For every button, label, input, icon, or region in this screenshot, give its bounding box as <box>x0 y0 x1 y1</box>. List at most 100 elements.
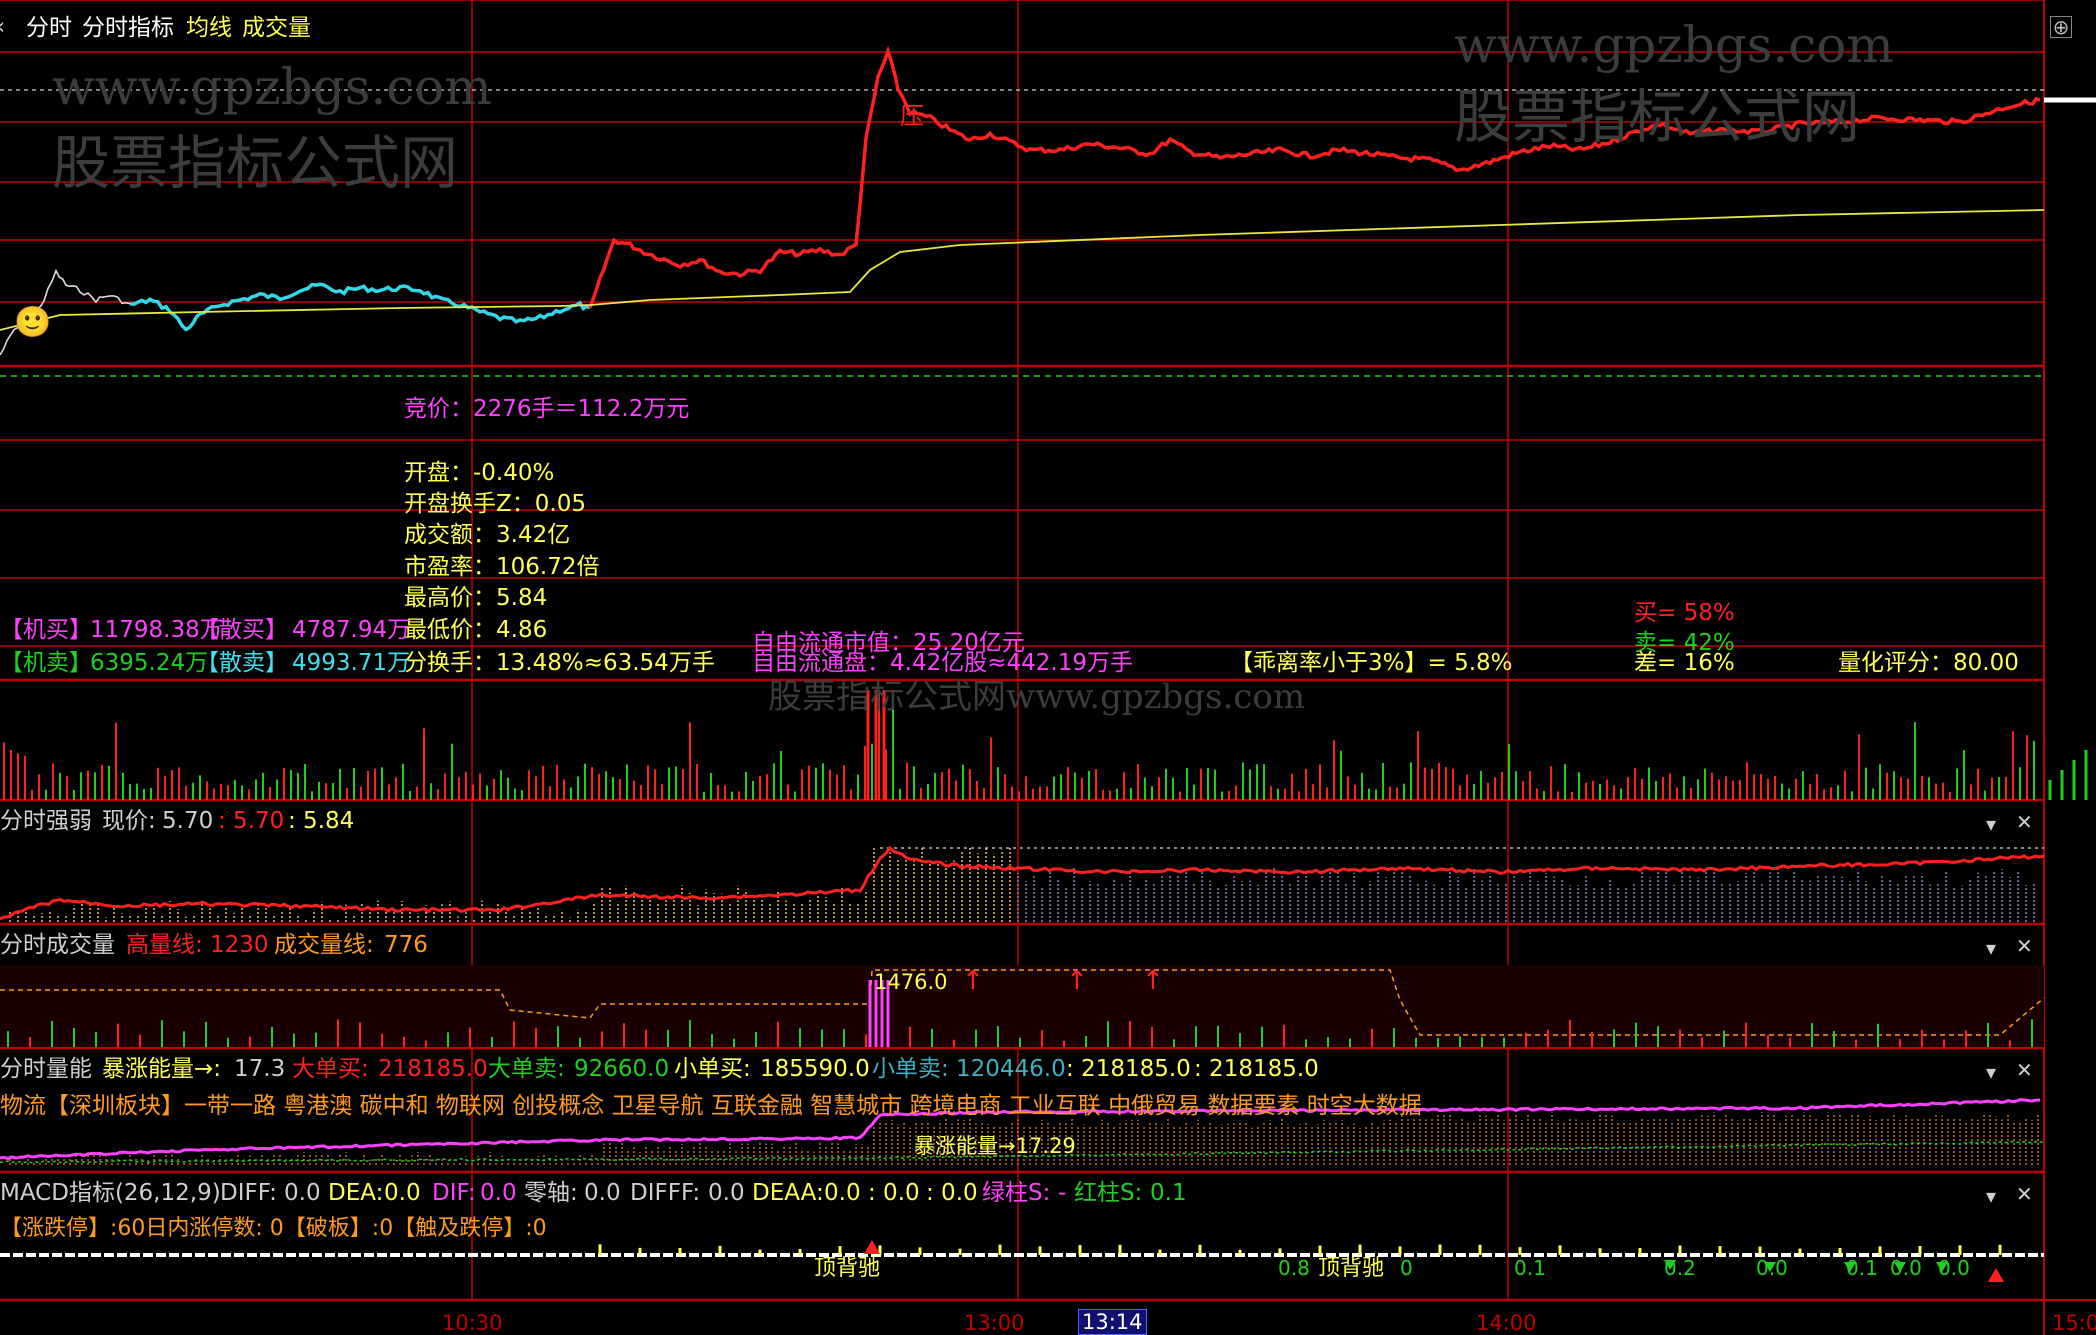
macd-red-bar-value: 0.1 <box>1150 1180 1187 1206</box>
auction-info: 竞价：2276手＝112.2万元 <box>404 396 690 422</box>
energy-value-2: : 218185.0 <box>1194 1056 1319 1082</box>
quant-score: 量化评分：80.00 <box>1838 650 2019 676</box>
macd-bottom-value: 0.8 <box>1278 1256 1310 1280</box>
watermark-name-left: 股票指标公式网 <box>52 129 459 197</box>
macd-bottom-value: 0 <box>1400 1256 1413 1280</box>
macd-dea-value: 0.0 <box>384 1180 421 1206</box>
volume-title: 分时成交量 <box>0 932 115 958</box>
small-buy-label: 小单买: <box>674 1056 751 1082</box>
stat-pe: 市盈率：106.72倍 <box>404 554 600 580</box>
energy-dropdown-icon[interactable]: ▾ <box>1986 1060 1996 1084</box>
macd-bottom-value: 0.0 <box>1756 1256 1788 1280</box>
intraday-chart-window: ‹ 分时 分时指标 均线 成交量 ⊕ www.gpzbgs.com 股票指标公式… <box>0 0 2096 1335</box>
inst-sell-value: 6395.24万 <box>90 650 209 676</box>
stat-turnover: 分换手：13.48%≈63.54万手 <box>404 650 715 676</box>
macd-close-icon[interactable]: ✕ <box>2016 1182 2033 1206</box>
retail-buy-value: 4787.94万 <box>292 617 411 643</box>
buy-percent: 买= 58% <box>1634 600 1735 626</box>
macd-dea-label: DEA: <box>328 1180 384 1206</box>
inst-buy-label: 【机买】 <box>0 617 92 643</box>
resistance-marker: 压 <box>900 102 924 130</box>
macd-bottom-value: 0.0 <box>1890 1256 1922 1280</box>
strength-close-icon[interactable]: ✕ <box>2016 810 2033 834</box>
volume-close-icon[interactable]: ✕ <box>2016 934 2033 958</box>
stat-low: 最低价：4.86 <box>404 617 548 643</box>
tab-volume[interactable]: 成交量 <box>242 17 311 40</box>
macd-bottom-value: 0.0 <box>1938 1256 1970 1280</box>
tab-fenshi[interactable]: 分时 <box>26 17 72 40</box>
macd-zero-value: 0.0 <box>584 1180 621 1206</box>
watermark-url-left: www.gpzbgs.com <box>52 58 492 116</box>
up-arrow-icon: ↑ <box>1066 966 1088 996</box>
macd-diff-label: DIFF: <box>220 1180 277 1206</box>
free-float: 自由流通盘：4.42亿股≈442.19万手 <box>752 650 1133 676</box>
concept-tags: 物流【深圳板块】一带一路 粤港澳 碳中和 物联网 创投概念 卫星导航 互联金融 … <box>0 1093 1422 1119</box>
volume-high-value: 1230 <box>210 932 269 958</box>
volume-high-label: 高量线: <box>126 932 203 958</box>
macd-deaa-label: DEAA: <box>752 1180 824 1206</box>
surge-annotation: 暴涨能量→17.29 <box>914 1134 1076 1158</box>
macd-bottom-value: 0.1 <box>1514 1256 1546 1280</box>
cursor-time-label[interactable]: 13:14 <box>1078 1309 1147 1335</box>
small-sell-label: 小单卖: <box>872 1056 949 1082</box>
big-buy-label: 大单买: <box>292 1056 369 1082</box>
limit-stats: 【涨跌停】:60日内涨停数: 0【破板】:0【触及跌停】:0 <box>0 1216 547 1241</box>
time-label-1300: 13:00 <box>964 1311 1025 1335</box>
big-sell-label: 大单卖: <box>488 1056 565 1082</box>
chevron-left-icon[interactable]: ‹ <box>0 16 5 39</box>
time-label-1500: 15:0 <box>2052 1311 2096 1335</box>
macd-title: MACD指标(26,12,9) <box>0 1180 221 1206</box>
strength-value-2: : 5.84 <box>288 808 355 834</box>
energy-close-icon[interactable]: ✕ <box>2016 1058 2033 1082</box>
smiley-icon: 🙂 <box>14 305 52 340</box>
macd-bottom-value: 0.1 <box>1846 1256 1878 1280</box>
divergence-label-2: 顶背驰 <box>1318 1256 1385 1281</box>
energy-title: 分时量能 <box>0 1056 92 1082</box>
watermark-url-right: www.gpzbgs.com <box>1454 16 1894 74</box>
macd-difff-value: 0.0 <box>708 1180 745 1206</box>
inst-sell-label: 【机卖】 <box>0 650 92 676</box>
macd-deaa-value: 0.0 <box>824 1180 861 1206</box>
macd-bottom-value: 0.2 <box>1664 1256 1696 1280</box>
energy-value-1: : 218185.0 <box>1066 1056 1191 1082</box>
energy-surge-value: 17.3 <box>234 1056 286 1082</box>
macd-dif-label: DIF: <box>432 1180 476 1206</box>
macd-zero-label: 零轴: <box>524 1180 578 1206</box>
strength-price-label: 现价: <box>102 808 156 834</box>
macd-red-bar-label: 红柱S: <box>1074 1180 1143 1206</box>
macd-green-bar-value: - <box>1058 1180 1067 1206</box>
volume-marker: 1476.0 <box>874 970 948 994</box>
diff-percent: 差= 16% <box>1634 650 1735 676</box>
small-buy-value: 185590.0 <box>760 1056 870 1082</box>
tab-avg-line[interactable]: 均线 <box>186 17 232 40</box>
strength-dropdown-icon[interactable]: ▾ <box>1986 812 1996 836</box>
strength-title: 分时强弱 <box>0 808 92 834</box>
retail-sell-value: 4993.71万 <box>292 650 411 676</box>
expand-icon[interactable]: ⊕ <box>2050 16 2072 38</box>
macd-green-bar-label: 绿柱S: <box>982 1180 1051 1206</box>
big-buy-value: 218185.0 <box>378 1056 488 1082</box>
retail-buy-label: 【散买】 <box>196 617 288 643</box>
time-label-1400: 14:00 <box>1476 1311 1537 1335</box>
volume-dropdown-icon[interactable]: ▾ <box>1986 936 1996 960</box>
volume-line-label: 成交量线: <box>274 932 374 958</box>
stat-high: 最高价：5.84 <box>404 585 548 611</box>
tab-fenshi-indicator[interactable]: 分时指标 <box>82 17 174 40</box>
big-sell-value: 92660.0 <box>574 1056 670 1082</box>
up-arrow-icon: ↑ <box>962 966 984 996</box>
stat-amount: 成交额：3.42亿 <box>404 522 571 548</box>
macd-value-1: : 0.0 <box>868 1180 920 1206</box>
up-triangle-icon <box>1988 1268 2004 1282</box>
strength-price-value: 5.70 <box>162 808 214 834</box>
up-arrow-icon: ↑ <box>1142 966 1164 996</box>
deviation-rate: 【乖离率小于3%】= 5.8% <box>1230 650 1513 676</box>
macd-diff-value: 0.0 <box>284 1180 321 1206</box>
up-triangle-icon <box>864 1240 880 1254</box>
divergence-label-1: 顶背驰 <box>814 1256 881 1281</box>
macd-dif-value: 0.0 <box>480 1180 517 1206</box>
stat-open: 开盘：-0.40% <box>404 460 555 486</box>
average-price-line <box>0 209 2045 331</box>
retail-sell-label: 【散卖】 <box>196 650 288 676</box>
macd-difff-label: DIFFF: <box>630 1180 701 1206</box>
macd-dropdown-icon[interactable]: ▾ <box>1986 1184 1996 1208</box>
